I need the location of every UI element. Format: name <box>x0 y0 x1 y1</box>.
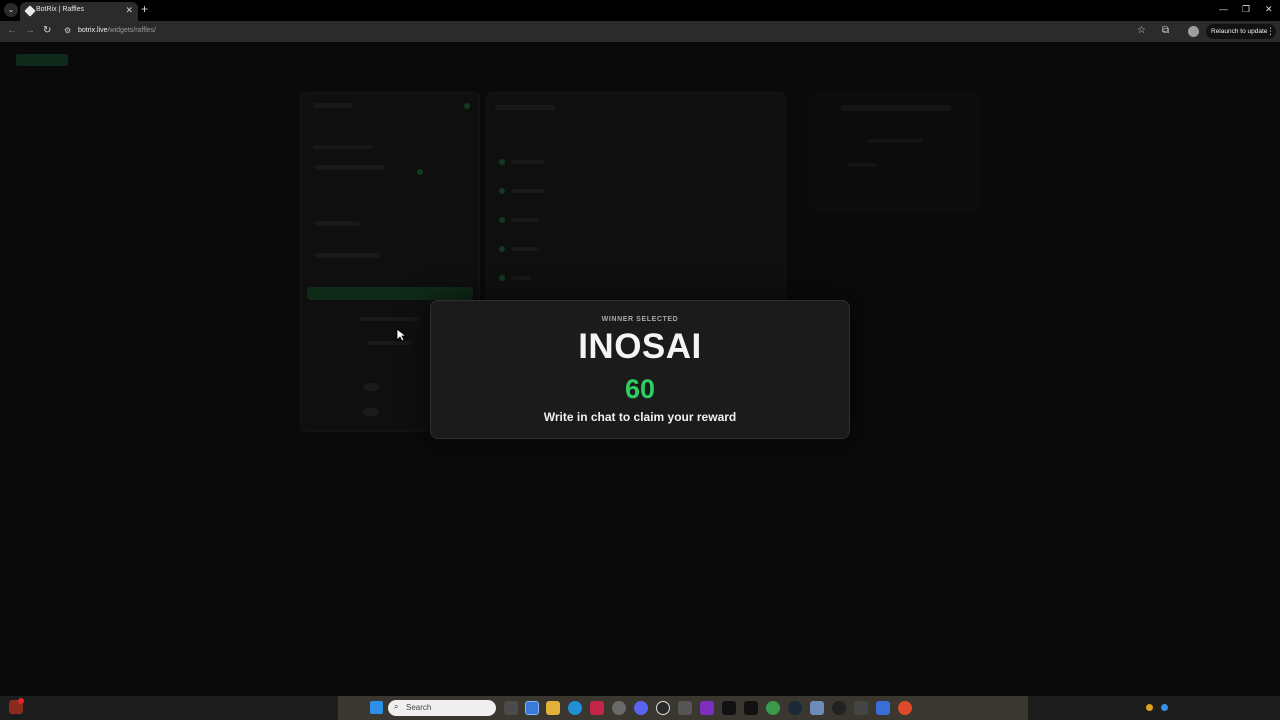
botrix-favicon-icon <box>24 5 36 17</box>
file-explorer-icon[interactable] <box>546 701 560 715</box>
setting-placeholder <box>315 253 380 258</box>
participant-placeholder <box>511 160 545 164</box>
url-path: /widgets/raffles/ <box>107 27 157 34</box>
winner-name: INOSAI <box>578 327 702 366</box>
tab-search-icon[interactable]: ⌄ <box>4 3 18 17</box>
panel-subtitle-placeholder <box>867 139 923 143</box>
winner-selected-label: WINNER SELECTED <box>601 316 679 323</box>
toggle-dot <box>417 169 423 175</box>
tab-title: BotRix | Raffles <box>36 6 84 13</box>
last-winners-panel <box>810 92 980 212</box>
app-icon[interactable] <box>678 701 692 715</box>
participant-dot <box>499 159 505 165</box>
start-raffle-button[interactable] <box>307 287 473 300</box>
chrome-icon[interactable] <box>766 701 780 715</box>
app-icon[interactable] <box>854 701 868 715</box>
address-bar[interactable]: botrix.live/widgets/raffles/ <box>78 27 156 34</box>
app-icon[interactable] <box>656 701 670 715</box>
search-placeholder: Search <box>406 703 432 712</box>
participant-dot <box>499 217 505 223</box>
participant-dot <box>499 188 505 194</box>
app-icon[interactable] <box>700 701 714 715</box>
forward-icon[interactable]: → <box>25 25 35 37</box>
app-icon[interactable] <box>898 701 912 715</box>
task-view-icon[interactable] <box>504 701 518 715</box>
tab-active[interactable]: BotRix | Raffles ✕ <box>20 2 138 21</box>
url-host: botrix.live <box>78 27 108 34</box>
new-tab-button[interactable]: + <box>141 2 148 16</box>
panel-title-placeholder <box>313 103 353 108</box>
participant-placeholder <box>511 218 539 222</box>
browser-toolbar: ← → ↻ ⚙ botrix.live/widgets/raffles/ ☆ ⧉… <box>0 21 1280 42</box>
panel-title-placeholder <box>495 105 555 110</box>
steam-icon[interactable] <box>788 701 802 715</box>
participant-dot <box>499 246 505 252</box>
reload-icon[interactable]: ↻ <box>43 25 51 37</box>
participant-placeholder <box>511 276 531 280</box>
back-icon[interactable]: ← <box>7 25 17 37</box>
app-icon[interactable] <box>810 701 824 715</box>
edge-icon[interactable] <box>568 701 582 715</box>
app-icon[interactable] <box>832 701 846 715</box>
app-icon[interactable] <box>590 701 604 715</box>
windows-taskbar: ⌕ Search <box>0 696 1280 720</box>
site-info-icon[interactable]: ⚙ <box>64 26 71 35</box>
status-dot <box>464 103 470 109</box>
menu-dots-icon[interactable]: ⋮ <box>1266 26 1275 37</box>
setting-placeholder <box>315 221 360 226</box>
discord-icon[interactable] <box>634 701 648 715</box>
winner-value: 60 <box>624 374 656 404</box>
toggle-switch[interactable] <box>363 383 379 391</box>
browser-tabstrip: ⌄ BotRix | Raffles ✕ + — ❐ ✕ <box>0 0 1280 21</box>
participant-placeholder <box>511 247 539 251</box>
link-placeholder <box>359 317 419 321</box>
winner-placeholder <box>847 163 877 167</box>
taskbar-search[interactable]: ⌕ Search <box>388 700 496 716</box>
brand-logo <box>16 54 68 66</box>
extensions-icon[interactable]: ⧉ <box>1162 25 1169 36</box>
participant-placeholder <box>511 189 545 193</box>
app-icon[interactable] <box>612 701 626 715</box>
claim-reward-message: Write in chat to claim your reward <box>543 410 737 424</box>
tray-icon[interactable] <box>1146 704 1153 711</box>
search-icon: ⌕ <box>394 702 399 711</box>
bookmark-star-icon[interactable]: ☆ <box>1137 25 1146 36</box>
windows-start-icon[interactable] <box>370 701 383 714</box>
winner-modal: WINNER SELECTED INOSAI 60 Write in chat … <box>430 300 850 439</box>
setting-placeholder <box>313 145 373 149</box>
setting-placeholder <box>315 165 385 170</box>
participant-dot <box>499 275 505 281</box>
chrome-icon[interactable] <box>525 701 539 715</box>
toggle-switch[interactable] <box>363 408 379 416</box>
minimize-icon[interactable]: — <box>1219 4 1228 14</box>
profile-avatar[interactable] <box>1188 26 1199 37</box>
notification-badge <box>18 698 24 704</box>
panel-title-placeholder <box>841 105 951 111</box>
tray-icon[interactable] <box>1161 704 1168 711</box>
tab-close-icon[interactable]: ✕ <box>125 5 133 16</box>
app-icon[interactable] <box>722 701 736 715</box>
window-close-icon[interactable]: ✕ <box>1265 4 1273 15</box>
restore-icon[interactable]: ❐ <box>1242 4 1250 15</box>
app-icon[interactable] <box>744 701 758 715</box>
app-icon[interactable] <box>876 701 890 715</box>
